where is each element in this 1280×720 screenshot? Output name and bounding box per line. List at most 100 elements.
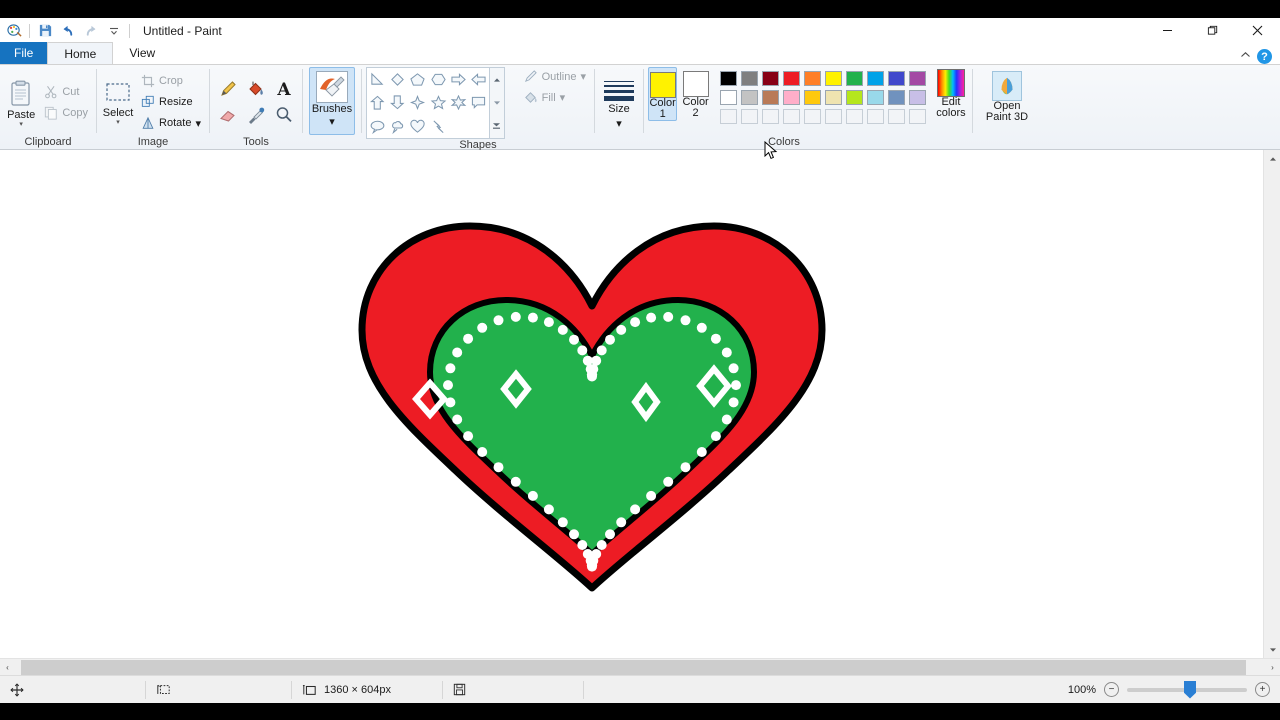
shape-five-point-star[interactable] xyxy=(428,91,448,114)
palette-swatch-2-0[interactable] xyxy=(718,107,739,126)
eraser-tool-button[interactable] xyxy=(214,102,242,128)
fill-button[interactable]: Fill ▾ xyxy=(519,88,590,107)
palette-swatch-2-4[interactable] xyxy=(802,107,823,126)
save-icon[interactable] xyxy=(34,20,56,41)
palette-swatch-0-6[interactable] xyxy=(844,69,865,88)
palette-swatch-0-3[interactable] xyxy=(781,69,802,88)
chevron-up-icon[interactable] xyxy=(1240,51,1251,62)
minimize-button[interactable] xyxy=(1145,18,1190,43)
shape-cloud-callout[interactable] xyxy=(387,115,407,138)
maximize-button[interactable] xyxy=(1190,18,1235,43)
open-paint3d-button[interactable]: Open Paint 3D xyxy=(978,69,1036,123)
shape-line[interactable] xyxy=(367,68,387,91)
shapes-scroll-up-button[interactable] xyxy=(490,68,504,91)
outline-caret-icon[interactable]: ▾ xyxy=(580,70,586,83)
palette-swatch-0-8[interactable] xyxy=(886,69,907,88)
select-caret-icon[interactable]: ▾ xyxy=(116,120,120,126)
palette-swatch-0-0[interactable] xyxy=(718,69,739,88)
select-button[interactable]: Select ▾ xyxy=(101,78,135,126)
tab-home[interactable]: Home xyxy=(47,42,113,64)
zoom-slider-thumb[interactable] xyxy=(1184,681,1196,699)
palette-swatch-1-7[interactable] xyxy=(865,88,886,107)
canvas-area[interactable] xyxy=(0,150,1280,658)
shapes-scroll-down-button[interactable] xyxy=(490,91,504,114)
shape-heart[interactable] xyxy=(408,115,428,138)
shape-diamond[interactable] xyxy=(387,68,407,91)
size-caret-icon[interactable]: ▾ xyxy=(616,117,622,130)
palette-swatch-1-0[interactable] xyxy=(718,88,739,107)
paste-button[interactable]: Paste ▾ xyxy=(4,76,38,128)
crop-button[interactable]: Crop xyxy=(137,72,205,91)
redo-icon[interactable] xyxy=(80,20,102,41)
hscroll-track[interactable] xyxy=(15,660,1265,675)
palette-swatch-0-1[interactable] xyxy=(739,69,760,88)
paint-canvas[interactable] xyxy=(0,155,1258,650)
palette-swatch-1-1[interactable] xyxy=(739,88,760,107)
palette-swatch-0-9[interactable] xyxy=(907,69,928,88)
undo-icon[interactable] xyxy=(57,20,79,41)
palette-swatch-1-3[interactable] xyxy=(781,88,802,107)
palette-swatch-1-4[interactable] xyxy=(802,88,823,107)
palette-swatch-2-5[interactable] xyxy=(823,107,844,126)
palette-swatch-0-2[interactable] xyxy=(760,69,781,88)
edit-colors-button[interactable]: Edit colors xyxy=(934,67,968,119)
fill-tool-button[interactable] xyxy=(242,76,270,102)
scroll-down-button[interactable] xyxy=(1264,641,1280,658)
close-button[interactable] xyxy=(1235,18,1280,43)
palette-swatch-2-1[interactable] xyxy=(739,107,760,126)
palette-swatch-2-2[interactable] xyxy=(760,107,781,126)
shape-up-arrow[interactable] xyxy=(367,91,387,114)
resize-button[interactable]: Resize xyxy=(137,93,205,112)
help-icon[interactable]: ? xyxy=(1257,49,1272,64)
zoom-out-button[interactable]: − xyxy=(1104,682,1119,697)
palette-swatch-2-9[interactable] xyxy=(907,107,928,126)
shape-left-arrow[interactable] xyxy=(469,68,489,91)
palette-swatch-2-6[interactable] xyxy=(844,107,865,126)
customize-qat-icon[interactable] xyxy=(103,20,125,41)
palette-swatch-0-5[interactable] xyxy=(823,69,844,88)
rotate-caret-icon[interactable]: ▾ xyxy=(195,117,201,130)
shape-lightning[interactable] xyxy=(428,115,448,138)
paint-app-icon[interactable] xyxy=(3,20,25,41)
fill-caret-icon[interactable]: ▾ xyxy=(560,91,566,104)
paste-caret-icon[interactable]: ▾ xyxy=(19,122,23,128)
pencil-tool-button[interactable] xyxy=(214,76,242,102)
shape-hexagon[interactable] xyxy=(428,68,448,91)
palette-swatch-1-6[interactable] xyxy=(844,88,865,107)
palette-swatch-0-4[interactable] xyxy=(802,69,823,88)
shape-down-arrow[interactable] xyxy=(387,91,407,114)
shape-pentagon[interactable] xyxy=(408,68,428,91)
zoom-slider[interactable] xyxy=(1127,688,1247,692)
palette-swatch-1-9[interactable] xyxy=(907,88,928,107)
rotate-button[interactable]: Rotate ▾ xyxy=(137,114,205,133)
color2-button[interactable]: Color 2 xyxy=(681,67,710,119)
color-picker-tool-button[interactable] xyxy=(242,102,270,128)
shape-right-arrow[interactable] xyxy=(448,68,468,91)
palette-swatch-1-5[interactable] xyxy=(823,88,844,107)
palette-swatch-1-2[interactable] xyxy=(760,88,781,107)
outline-button[interactable]: Outline ▾ xyxy=(519,67,590,86)
vertical-scrollbar[interactable] xyxy=(1263,150,1280,658)
magnifier-tool-button[interactable] xyxy=(270,102,298,128)
scroll-left-button[interactable]: ‹ xyxy=(0,659,15,676)
copy-button[interactable]: Copy xyxy=(40,103,92,122)
palette-swatch-2-3[interactable] xyxy=(781,107,802,126)
zoom-in-button[interactable]: + xyxy=(1255,682,1270,697)
palette-swatch-2-7[interactable] xyxy=(865,107,886,126)
palette-swatch-1-8[interactable] xyxy=(886,88,907,107)
horizontal-scrollbar[interactable]: ‹ › xyxy=(0,658,1280,675)
scroll-right-button[interactable]: › xyxy=(1265,659,1280,676)
palette-swatch-0-7[interactable] xyxy=(865,69,886,88)
cut-button[interactable]: Cut xyxy=(40,82,92,101)
scroll-up-button[interactable] xyxy=(1264,150,1280,167)
text-tool-button[interactable]: A xyxy=(270,76,298,102)
color1-button[interactable]: Color 1 xyxy=(648,67,677,121)
brushes-button[interactable]: Brushes ▾ xyxy=(309,67,355,135)
shapes-expand-button[interactable] xyxy=(490,115,504,138)
tab-view[interactable]: View xyxy=(113,42,171,64)
size-button[interactable]: Size ▾ xyxy=(599,74,639,130)
shape-six-point-star[interactable] xyxy=(448,91,468,114)
shape-four-point-star[interactable] xyxy=(408,91,428,114)
hscroll-thumb[interactable] xyxy=(21,660,1246,675)
palette-swatch-2-8[interactable] xyxy=(886,107,907,126)
